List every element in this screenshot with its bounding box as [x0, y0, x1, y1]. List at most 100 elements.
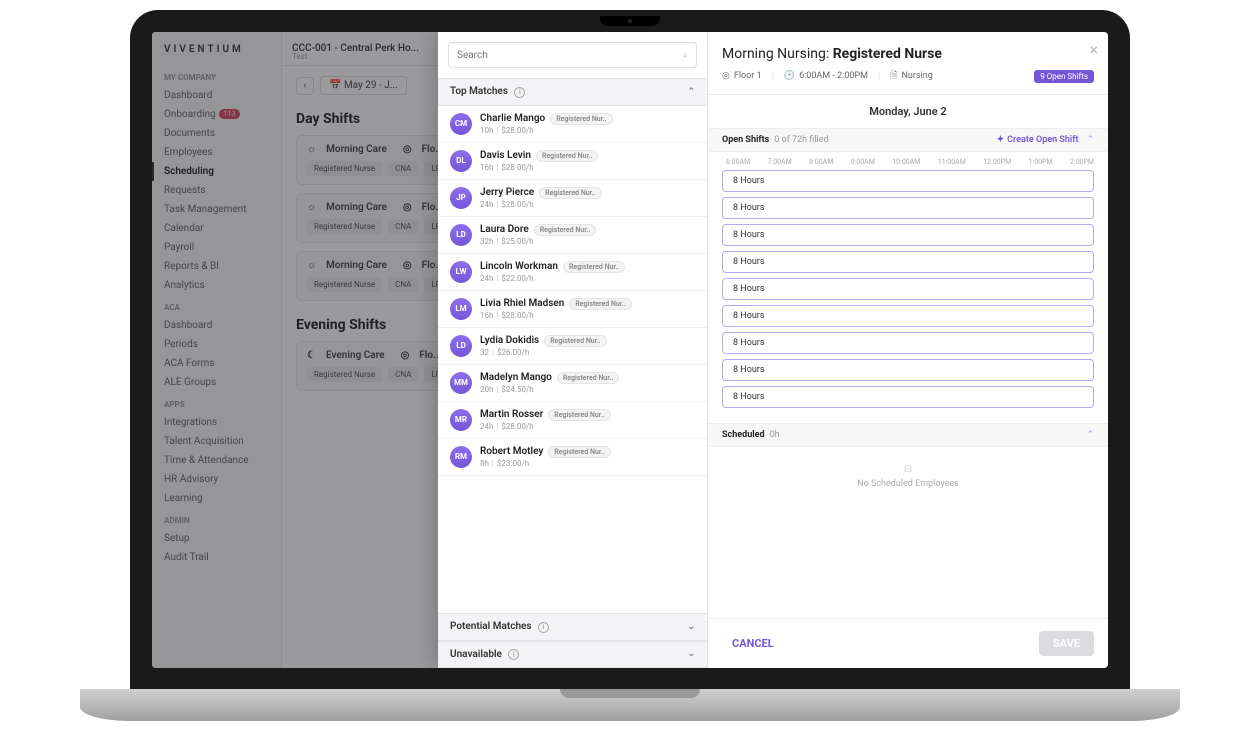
time-tick: 1:00PM: [1029, 158, 1053, 166]
clock-icon: 🕒: [784, 71, 795, 81]
time-tick: 10:00AM: [892, 158, 920, 166]
potential-matches-header[interactable]: Potential Matches i ⌄: [438, 613, 707, 641]
open-shift-row[interactable]: 8 Hours: [722, 386, 1094, 408]
time-ruler: 6:00AM7:00AM8:00AM9:00AM10:00AM11:00AM12…: [708, 152, 1108, 168]
role-pill: Registered Nur..: [569, 298, 631, 310]
candidate-name: Robert Motley: [480, 446, 543, 457]
time-tick: 9:00AM: [851, 158, 875, 166]
laptop-body: VIVENTIUM MY COMPANYDashboardOnboarding1…: [130, 10, 1130, 690]
candidate-meta: 24h|$28.00/h: [480, 200, 695, 209]
time-tick: 11:00AM: [938, 158, 966, 166]
candidate-name: Martin Rosser: [480, 409, 543, 420]
open-shift-row[interactable]: 8 Hours: [722, 278, 1094, 300]
candidate-name: Lincoln Workman: [480, 261, 558, 272]
open-shift-row[interactable]: 8 Hours: [722, 224, 1094, 246]
time-tick: 2:00PM: [1070, 158, 1094, 166]
shift-detail-panel: × Morning Nursing: Registered Nurse ◎Flo…: [708, 32, 1108, 668]
candidate-list[interactable]: CMCharlie MangoRegistered Nur..10h|$28.0…: [438, 106, 707, 614]
candidate-meta: 32|$26.00/h: [480, 348, 695, 357]
avatar: LD: [450, 224, 472, 246]
open-shift-row[interactable]: 8 Hours: [722, 332, 1094, 354]
avatar: CM: [450, 113, 472, 135]
candidate-row[interactable]: LDLydia DokidisRegistered Nur..32|$26.00…: [438, 328, 707, 365]
avatar: LW: [450, 261, 472, 283]
candidate-panel: ⌕ Top Matches i ⌃ CM Charlie Mango Registe…: [438, 32, 708, 668]
candidate-meta: 32h|$25.00/h: [480, 237, 695, 246]
top-matches-header[interactable]: Top Matches i ⌃: [438, 78, 707, 106]
role-pill: Registered Nur..: [536, 150, 598, 162]
pane-date: Monday, June 2: [708, 95, 1108, 128]
open-shift-row[interactable]: 8 Hours: [722, 305, 1094, 327]
close-icon[interactable]: ×: [1089, 40, 1098, 59]
plus-icon: ✦: [997, 135, 1005, 145]
avatar: MM: [450, 372, 472, 394]
candidate-name: Lydia Dokidis: [480, 335, 539, 346]
create-open-shift-button[interactable]: ✦ Create Open Shift: [997, 135, 1079, 145]
candidate-meta: 16h|$28.00/h: [480, 163, 695, 172]
time-tick: 6:00AM: [726, 158, 750, 166]
role-pill: Registered Nur..: [557, 372, 619, 384]
role-pill: Registered Nur..: [563, 261, 625, 273]
role-pill: Registered Nur..: [534, 224, 596, 236]
document-icon: 🗎: [890, 68, 897, 84]
chevron-down-icon: ⌄: [687, 649, 695, 659]
cancel-button[interactable]: CANCEL: [722, 631, 784, 656]
role-pill: Registered Nur..: [548, 409, 610, 421]
candidate-meta: 8h|$23.00/h: [480, 459, 695, 468]
open-shifts-badge: 9 Open Shifts: [1034, 70, 1094, 83]
candidate-row[interactable]: LD Laura Dore Registered Nur..32h|$25.00/h: [438, 217, 707, 254]
search-input[interactable]: [457, 50, 682, 61]
role-pill: Registered Nur..: [539, 187, 601, 199]
pin-icon: ◎: [722, 71, 730, 81]
candidate-row[interactable]: RMRobert MotleyRegistered Nur..8h|$23.00…: [438, 439, 707, 476]
open-shift-row[interactable]: 8 Hours: [722, 197, 1094, 219]
time-tick: 7:00AM: [768, 158, 792, 166]
open-shifts-subheader[interactable]: Open Shifts 0 of 72h filled ✦ Create Ope…: [708, 128, 1108, 152]
candidate-name: Laura Dore: [480, 224, 529, 235]
time-tick: 12:00PM: [983, 158, 1011, 166]
avatar: JP: [450, 187, 472, 209]
role-pill: Registered Nur..: [544, 335, 606, 347]
avatar: DL: [450, 150, 472, 172]
candidate-row[interactable]: LMLivia Rhiel MadsenRegistered Nur..16h|…: [438, 291, 707, 328]
open-shift-row[interactable]: 8 Hours: [722, 170, 1094, 192]
open-shift-rows: 8 Hours 8 Hours 8 Hours 8 Hours 8 Hours 8 Hou…: [708, 168, 1108, 423]
chevron-up-icon: ⌃: [1086, 430, 1094, 440]
shift-drawer: ⌕ Top Matches i ⌃ CM Charlie Mango Registe…: [438, 32, 1108, 668]
candidate-meta: 24h|$28.00/h: [480, 422, 695, 431]
laptop-screen: VIVENTIUM MY COMPANYDashboardOnboarding1…: [152, 32, 1108, 668]
unavailable-header[interactable]: Unavailable i ⌄: [438, 641, 707, 669]
info-icon: i: [538, 622, 549, 633]
drawer-footer: CANCEL SAVE: [708, 618, 1108, 668]
candidate-name: Jerry Pierce: [480, 187, 534, 198]
scheduled-subheader[interactable]: Scheduled 0h ⌃: [708, 423, 1108, 447]
avatar: LM: [450, 298, 472, 320]
candidate-name: Davis Levin: [480, 150, 531, 161]
info-icon: i: [508, 649, 519, 660]
candidate-row[interactable]: MMMadelyn MangoRegistered Nur..20h|$24.5…: [438, 365, 707, 402]
candidate-row[interactable]: MR Martin Rosser Registered Nur..24h|$28.0…: [438, 402, 707, 439]
candidate-meta: 24h|$22.00/h: [480, 274, 695, 283]
pane-title: Morning Nursing: Registered Nurse: [708, 32, 1108, 66]
search-box[interactable]: ⌕: [448, 42, 697, 68]
laptop-mockup: VIVENTIUM MY COMPANYDashboardOnboarding1…: [0, 0, 1259, 749]
candidate-meta: 10h|$28.00/h: [480, 126, 695, 135]
candidate-row[interactable]: LW Lincoln Workman Registered Nur..24h|$22…: [438, 254, 707, 291]
open-shift-row[interactable]: 8 Hours: [722, 251, 1094, 273]
app-root: VIVENTIUM MY COMPANYDashboardOnboarding1…: [152, 32, 1108, 668]
candidate-row[interactable]: JP Jerry Pierce Registered Nur..24h|$28.00…: [438, 180, 707, 217]
laptop-base: [80, 689, 1180, 721]
scheduled-empty-state: ⍝ No Scheduled Employees: [708, 447, 1108, 503]
chevron-up-icon: ⌃: [687, 87, 695, 97]
role-pill: Registered Nur..: [550, 113, 612, 125]
candidate-row[interactable]: DL Davis Levin Registered Nur..16h|$28.00/…: [438, 143, 707, 180]
save-button[interactable]: SAVE: [1039, 631, 1094, 656]
candidate-name: Livia Rhiel Madsen: [480, 298, 564, 309]
search-icon: ⌕: [682, 50, 688, 61]
candidate-name: Charlie Mango: [480, 113, 545, 124]
avatar: MR: [450, 409, 472, 431]
candidate-row[interactable]: CM Charlie Mango Registered Nur..10h|$28.0…: [438, 106, 707, 143]
open-shift-row[interactable]: 8 Hours: [722, 359, 1094, 381]
chevron-up-icon: ⌃: [1086, 135, 1094, 145]
candidate-meta: 20h|$24.50/h: [480, 385, 695, 394]
